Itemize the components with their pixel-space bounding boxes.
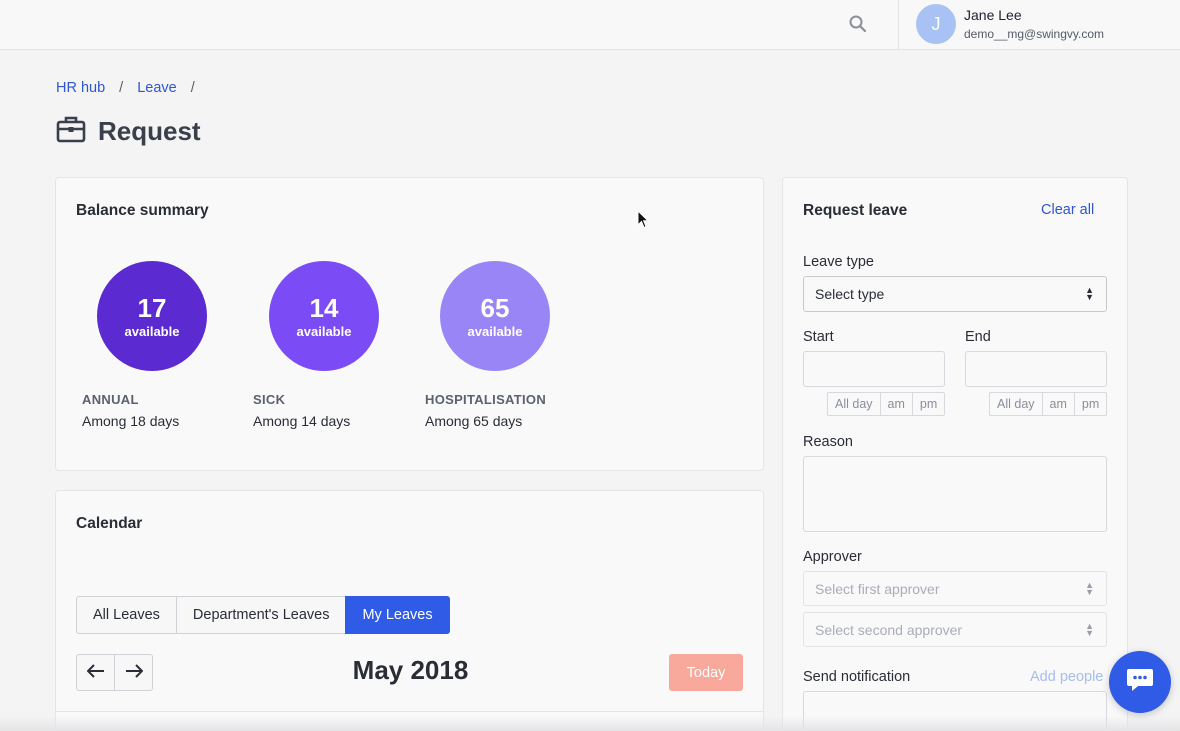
end-label: End bbox=[965, 329, 991, 345]
start-date-input[interactable] bbox=[803, 351, 945, 387]
breadcrumb-hr-hub[interactable]: HR hub bbox=[56, 80, 105, 96]
balance-count: 17 bbox=[137, 292, 167, 323]
notification-input[interactable] bbox=[803, 691, 1107, 731]
select-arrows-icon: ▲ ▼ bbox=[1085, 620, 1094, 638]
annual-balance-circle: 17 available bbox=[97, 261, 207, 371]
balance-count: 65 bbox=[480, 292, 510, 323]
prev-month-button[interactable] bbox=[76, 654, 115, 691]
breadcrumb-leave[interactable]: Leave bbox=[137, 80, 177, 96]
leave-type-label: Leave type bbox=[803, 254, 874, 270]
calendar-month: May 2018 bbox=[352, 655, 469, 685]
request-leave-card: Request leave Clear all Leave type Selec… bbox=[782, 177, 1128, 731]
select-arrows-icon: ▲ ▼ bbox=[1085, 285, 1094, 302]
start-all-day-button[interactable]: All day bbox=[827, 392, 881, 416]
request-leave-title: Request leave bbox=[803, 202, 908, 219]
user-email: demo__mg@swingvy.com bbox=[964, 27, 1105, 41]
second-approver-select[interactable]: Select second approver ▲ ▼ bbox=[803, 612, 1107, 647]
calendar-card: Calendar All Leaves Department's Leaves … bbox=[55, 490, 764, 731]
breadcrumb-separator: / bbox=[190, 80, 195, 96]
page-header: Request bbox=[56, 115, 201, 148]
hospitalisation-balance-circle: 65 available bbox=[440, 261, 550, 371]
arrow-right-icon bbox=[125, 662, 143, 683]
balance-unit: available bbox=[296, 323, 352, 339]
balance-summary-card: Balance summary 17 available ANNUAL Amon… bbox=[55, 177, 764, 471]
end-pm-button[interactable]: pm bbox=[1073, 392, 1108, 416]
end-all-day-button[interactable]: All day bbox=[989, 392, 1043, 416]
start-pm-button[interactable]: pm bbox=[911, 392, 946, 416]
end-time-options: All day am pm bbox=[989, 392, 1108, 416]
balance-among-sick: Among 14 days bbox=[253, 413, 351, 429]
arrow-left-icon bbox=[86, 662, 105, 683]
approver-label: Approver bbox=[803, 549, 862, 565]
send-notification-label: Send notification bbox=[803, 669, 911, 685]
balance-type-sick: SICK bbox=[253, 392, 286, 407]
calendar-filter-tabs: All Leaves Department's Leaves My Leaves bbox=[76, 596, 450, 634]
balance-type-hospitalisation: HOSPITALISATION bbox=[425, 392, 547, 407]
start-am-button[interactable]: am bbox=[879, 392, 913, 416]
next-month-button[interactable] bbox=[114, 654, 153, 691]
end-am-button[interactable]: am bbox=[1041, 392, 1075, 416]
page-title: Request bbox=[98, 116, 201, 146]
balance-among-hospitalisation: Among 65 days bbox=[425, 413, 523, 429]
avatar[interactable]: J bbox=[916, 4, 956, 44]
today-button[interactable]: Today bbox=[669, 654, 743, 691]
top-header: J Jane Lee demo__mg@swingvy.com bbox=[0, 0, 1180, 50]
balance-unit: available bbox=[467, 323, 523, 339]
sick-balance-circle: 14 available bbox=[269, 261, 379, 371]
start-time-options: All day am pm bbox=[827, 392, 946, 416]
chat-button[interactable] bbox=[1109, 651, 1171, 713]
tab-my-leaves[interactable]: My Leaves bbox=[345, 596, 450, 634]
chat-bubble-icon bbox=[1126, 667, 1154, 698]
breadcrumb-separator: / bbox=[119, 80, 124, 96]
select-arrows-icon: ▲ ▼ bbox=[1085, 579, 1094, 597]
breadcrumb: HR hub / Leave / bbox=[56, 80, 195, 96]
calendar-divider bbox=[56, 711, 763, 712]
search-icon[interactable] bbox=[846, 12, 870, 36]
reason-textarea[interactable] bbox=[803, 456, 1107, 532]
leave-type-select[interactable]: Select type ▲ ▼ bbox=[803, 276, 1107, 312]
calendar-title: Calendar bbox=[76, 515, 143, 532]
end-date-input[interactable] bbox=[965, 351, 1107, 387]
header-divider bbox=[898, 0, 899, 50]
tab-all-leaves[interactable]: All Leaves bbox=[76, 596, 177, 634]
balance-among-annual: Among 18 days bbox=[82, 413, 180, 429]
add-people-link[interactable]: Add people bbox=[1030, 669, 1103, 685]
balance-count: 14 bbox=[309, 292, 339, 323]
balance-type-annual: ANNUAL bbox=[82, 392, 139, 407]
start-label: Start bbox=[803, 329, 834, 345]
reason-label: Reason bbox=[803, 434, 853, 450]
balance-unit: available bbox=[124, 323, 180, 339]
calendar-nav bbox=[76, 654, 153, 691]
tab-department-leaves[interactable]: Department's Leaves bbox=[175, 596, 347, 634]
mouse-cursor-icon bbox=[637, 209, 650, 234]
first-approver-placeholder: Select first approver bbox=[815, 580, 940, 597]
first-approver-select[interactable]: Select first approver ▲ ▼ bbox=[803, 571, 1107, 606]
clear-all-link[interactable]: Clear all bbox=[1041, 202, 1094, 218]
user-name[interactable]: Jane Lee bbox=[964, 7, 1022, 23]
balance-summary-title: Balance summary bbox=[76, 202, 209, 219]
briefcase-icon bbox=[56, 115, 86, 148]
leave-type-value: Select type bbox=[815, 286, 885, 302]
second-approver-placeholder: Select second approver bbox=[815, 621, 963, 638]
